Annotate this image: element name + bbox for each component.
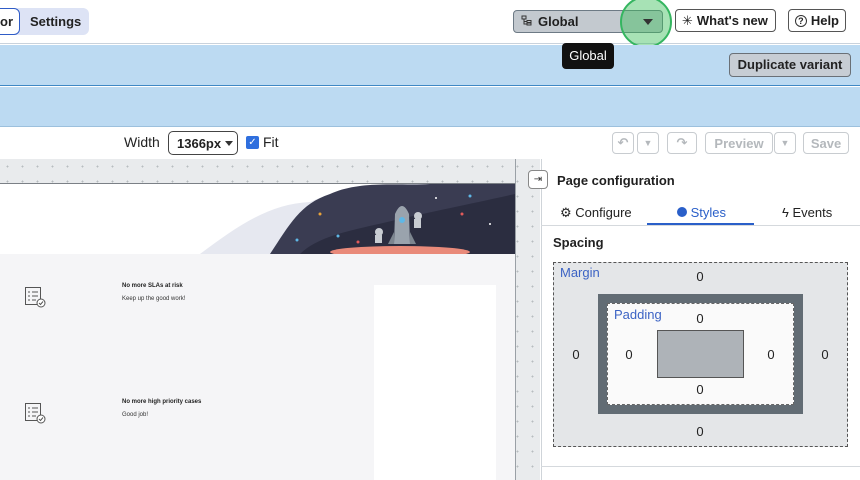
margin-top-input[interactable]: 0 bbox=[690, 269, 710, 284]
whats-new-button[interactable]: ✳ What's new bbox=[675, 9, 776, 32]
padding-left-input[interactable]: 0 bbox=[619, 347, 639, 362]
save-button[interactable]: Save bbox=[803, 132, 849, 154]
padding-bottom-input[interactable]: 0 bbox=[690, 382, 710, 397]
redo-button[interactable]: ↷ bbox=[667, 132, 697, 154]
padding-top-input[interactable]: 0 bbox=[690, 311, 710, 326]
hero-illustration bbox=[0, 184, 515, 254]
margin-right-input[interactable]: 0 bbox=[815, 347, 835, 362]
collapse-panel-icon: ⇥ bbox=[533, 174, 543, 185]
global-tooltip: Global bbox=[562, 43, 614, 69]
chevron-down-icon bbox=[643, 19, 653, 25]
chevron-down-icon bbox=[225, 140, 234, 146]
whats-new-label: What's new bbox=[696, 13, 768, 28]
tab-label: Events bbox=[792, 205, 833, 220]
hierarchy-icon bbox=[521, 15, 532, 29]
padding-right-input[interactable]: 0 bbox=[761, 347, 781, 362]
margin-left-input[interactable]: 0 bbox=[566, 347, 586, 362]
content-box bbox=[657, 330, 744, 378]
panel-divider bbox=[541, 466, 860, 467]
preview-button[interactable]: Preview bbox=[705, 132, 773, 154]
collapse-panel-button[interactable]: ⇥ bbox=[528, 170, 548, 189]
tab-label: Configure bbox=[575, 205, 632, 220]
sparkle-icon: ✳ bbox=[682, 12, 693, 28]
duplicate-variant-button[interactable]: Duplicate variant bbox=[729, 53, 851, 77]
preview-options-button[interactable]: ▼ bbox=[774, 132, 796, 154]
help-label: Help bbox=[810, 13, 839, 28]
panel-title: Page configuration bbox=[557, 173, 675, 188]
section-heading: Spacing bbox=[553, 235, 604, 250]
task-list-icon bbox=[24, 402, 46, 424]
global-scope-label: Global bbox=[538, 14, 579, 29]
fit-label: Fit bbox=[263, 134, 279, 150]
undo-history-button[interactable]: ▼ bbox=[637, 132, 659, 154]
active-tab-indicator bbox=[647, 223, 754, 225]
tab-label: Styles bbox=[690, 205, 727, 220]
chevron-down-icon: ▼ bbox=[643, 138, 653, 148]
tab-events[interactable]: ϟ Events bbox=[782, 205, 832, 220]
margin-bottom-input[interactable]: 0 bbox=[690, 424, 710, 439]
width-label: Width bbox=[124, 134, 160, 150]
chevron-down-icon: ▼ bbox=[780, 138, 790, 148]
fit-checkbox[interactable]: ✓ bbox=[246, 136, 259, 149]
tab-styles[interactable]: Styles bbox=[677, 205, 726, 220]
item-title: No more SLAs at risk bbox=[122, 283, 183, 289]
mode-tab-editor[interactable]: or bbox=[0, 8, 20, 35]
mode-switch: or Settings bbox=[0, 8, 90, 35]
mode-tab-settings[interactable]: Settings bbox=[20, 8, 89, 35]
item-title: No more high priority cases bbox=[122, 399, 202, 405]
redo-icon: ↷ bbox=[676, 135, 688, 150]
task-list-icon bbox=[24, 286, 46, 308]
tab-configure[interactable]: ⚙ Configure bbox=[560, 205, 632, 221]
palette-icon bbox=[677, 207, 687, 217]
undo-icon: ↶ bbox=[617, 135, 629, 150]
help-button[interactable]: ? Help bbox=[788, 9, 846, 32]
canvas-divider bbox=[515, 159, 516, 480]
bolt-icon: ϟ bbox=[782, 205, 789, 220]
gear-icon: ⚙ bbox=[560, 205, 572, 220]
width-value: 1366px bbox=[177, 135, 222, 151]
width-select[interactable]: 1366px bbox=[168, 131, 238, 155]
region-bar bbox=[0, 87, 860, 127]
help-icon: ? bbox=[795, 14, 807, 27]
undo-button[interactable]: ↶ bbox=[612, 132, 634, 154]
side-widget bbox=[374, 285, 496, 480]
item-subtitle: Good job! bbox=[122, 412, 149, 418]
margin-label: Margin bbox=[560, 265, 600, 280]
padding-label: Padding bbox=[614, 307, 662, 322]
item-subtitle: Keep up the good work! bbox=[122, 296, 186, 302]
